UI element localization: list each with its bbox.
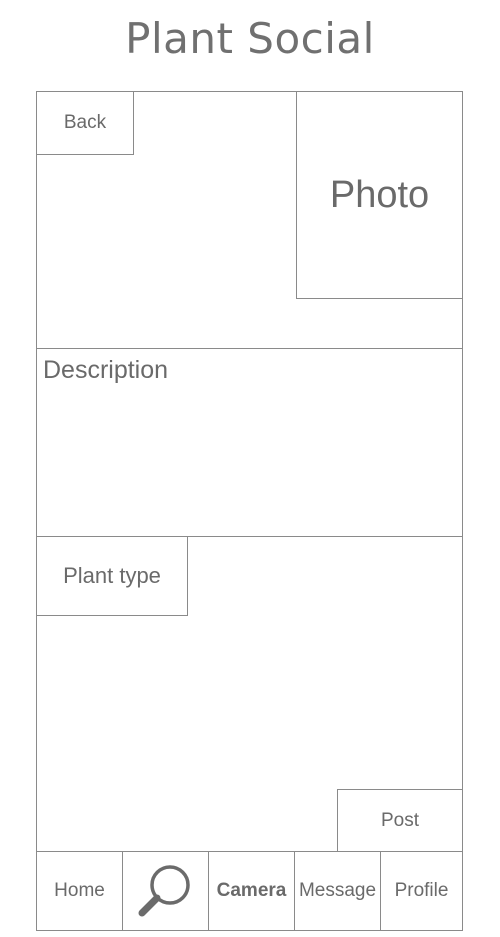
tab-search[interactable] xyxy=(123,852,209,930)
description-field[interactable]: Description xyxy=(36,348,463,537)
app-title: Plant Social xyxy=(125,14,375,63)
back-button[interactable]: Back xyxy=(36,91,134,155)
plant-type-field[interactable]: Plant type xyxy=(36,536,188,616)
tab-home[interactable]: Home xyxy=(37,852,123,930)
bottom-tab-bar: Home Camera Message Profile xyxy=(36,851,463,931)
description-label: Description xyxy=(43,356,169,384)
search-icon xyxy=(138,865,190,917)
post-button[interactable]: Post xyxy=(337,789,463,852)
tab-message[interactable]: Message xyxy=(295,852,381,930)
tab-profile[interactable]: Profile xyxy=(381,852,462,930)
tab-camera[interactable]: Camera xyxy=(209,852,295,930)
photo-placeholder[interactable]: Photo xyxy=(296,91,463,299)
